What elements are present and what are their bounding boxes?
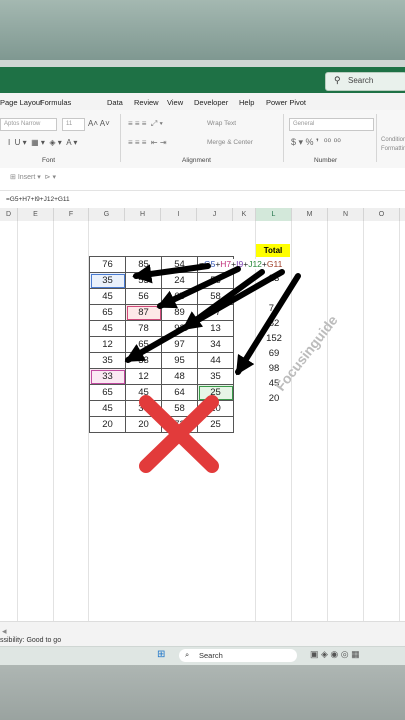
sheet-nav-icon[interactable]: ◂ xyxy=(2,626,7,637)
accessibility-status[interactable]: ssibility: Good to go xyxy=(0,637,61,644)
taskbar-search[interactable]: ⌕ Search xyxy=(179,649,297,662)
taskbar-search-icon: ⌕ xyxy=(185,650,190,659)
taskbar-search-label: Search xyxy=(199,651,223,660)
taskbar-app-icons[interactable]: ▣ ◈ ◉ ◎ ▦ xyxy=(310,649,360,660)
windows-start-icon[interactable]: ⊞ xyxy=(157,649,165,660)
status-bar: ◂ ssibility: Good to go xyxy=(0,621,405,646)
video-bottom-background xyxy=(0,665,405,720)
taskbar: ⊞ ⌕ Search ▣ ◈ ◉ ◎ ▦ xyxy=(0,647,405,665)
red-cross-icon xyxy=(139,395,219,473)
annotation-overlay xyxy=(124,263,301,473)
arrow-to-g5 xyxy=(132,263,211,284)
